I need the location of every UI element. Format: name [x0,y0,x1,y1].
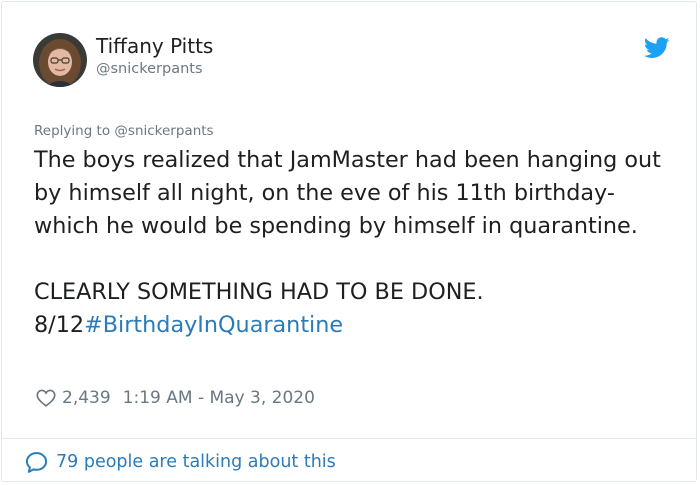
replying-to-handle[interactable]: @snickerpants [114,123,213,139]
avatar[interactable] [33,33,87,87]
tweet-meta: 2,439 1:19 AM - May 3, 2020 [35,385,315,411]
twitter-bird-icon[interactable] [644,37,670,59]
tweet-text: The boys realized that JamMaster had bee… [34,144,674,342]
speech-bubble-icon [25,451,48,473]
replying-to: Replying to @snickerpants [34,122,214,140]
thread-counter: 8/12 [34,312,85,338]
conversation-link[interactable]: 79 people are talking about this [24,449,336,475]
like-count[interactable]: 2,439 [62,388,111,408]
tweet-paragraph-1: The boys realized that JamMaster had bee… [34,147,661,239]
footer-divider [3,438,697,439]
profile-photo-icon [33,33,87,87]
heart-icon[interactable] [35,387,57,409]
tweet-last-line: 8/12#BirthdayInQuarantine [34,309,674,342]
hashtag-link[interactable]: #BirthdayInQuarantine [84,312,343,338]
tweet-card: Tiffany Pitts @snickerpants Replying to … [1,1,697,482]
conversation-label[interactable]: 79 people are talking about this [56,452,336,472]
replying-to-label: Replying to [34,123,111,139]
tweet-paragraph-2: CLEARLY SOMETHING HAD TO BE DONE. [34,279,484,305]
author-handle[interactable]: @snickerpants [96,60,203,78]
tweet-timestamp[interactable]: 1:19 AM - May 3, 2020 [123,388,315,408]
author-name[interactable]: Tiffany Pitts [96,34,213,58]
